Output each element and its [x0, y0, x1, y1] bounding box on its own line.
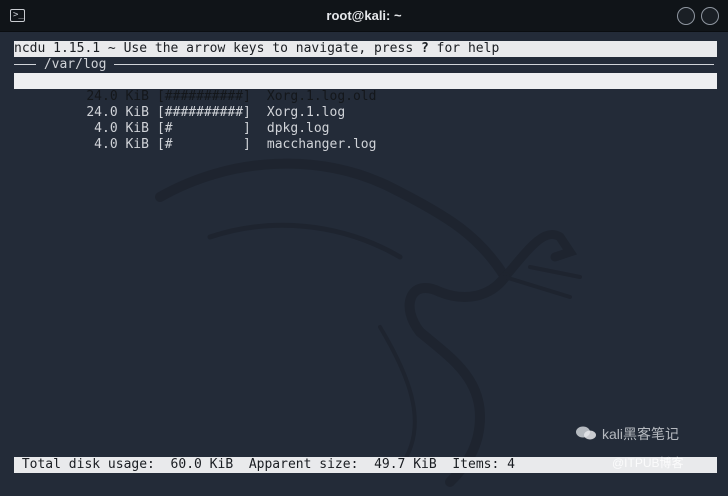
apparent-label: Apparent size: — [248, 457, 359, 472]
ncdu-header: ncdu 1.15.1 ~ Use the arrow keys to navi… — [14, 41, 717, 57]
total-value: 60.0 KiB — [170, 457, 234, 472]
window-title: root@kali: ~ — [326, 8, 402, 23]
apparent-value: 49.7 KiB — [374, 457, 437, 472]
total-label: Total disk usage: — [21, 457, 155, 472]
watermark-text-itpub: @ITPUB博客 — [612, 456, 684, 470]
kali-dragon-watermark-icon — [155, 158, 582, 487]
wechat-icon — [576, 426, 596, 440]
items-label: Items: — [452, 457, 500, 472]
help-key: ? — [421, 41, 429, 56]
file-size: 4.0 KiB — [94, 137, 149, 152]
close-button[interactable] — [701, 7, 719, 25]
file-name: macchanger.log — [266, 137, 377, 152]
items-value: 4 — [507, 457, 515, 472]
title-bar[interactable]: >_ root@kali: ~ — [0, 0, 728, 32]
file-row[interactable]: 4.0 KiB [# ] dpkg.log — [14, 105, 717, 136]
current-path: /var/log — [43, 57, 107, 72]
usage-bar: [# ] — [156, 137, 251, 152]
header-prefix: ncdu 1.15.1 ~ Use the arrow keys to navi… — [14, 41, 421, 56]
header-suffix: for help — [428, 41, 500, 56]
file-row[interactable]: 4.0 KiB [# ] macchanger.log — [14, 121, 717, 152]
terminal-window: >_ root@kali: ~ ncdu 1.15.1 ~ Use the ar… — [0, 0, 728, 496]
file-row[interactable]: 24.0 KiB [##########] Xorg.1.log — [14, 89, 717, 120]
minimize-button[interactable] — [677, 7, 695, 25]
current-path-bar: /var/log — [14, 57, 717, 73]
watermark-text-blog: kali黑客笔记 — [602, 426, 680, 442]
file-row-selected[interactable]: 24.0 KiB [##########] Xorg.1.log.old — [14, 73, 717, 104]
